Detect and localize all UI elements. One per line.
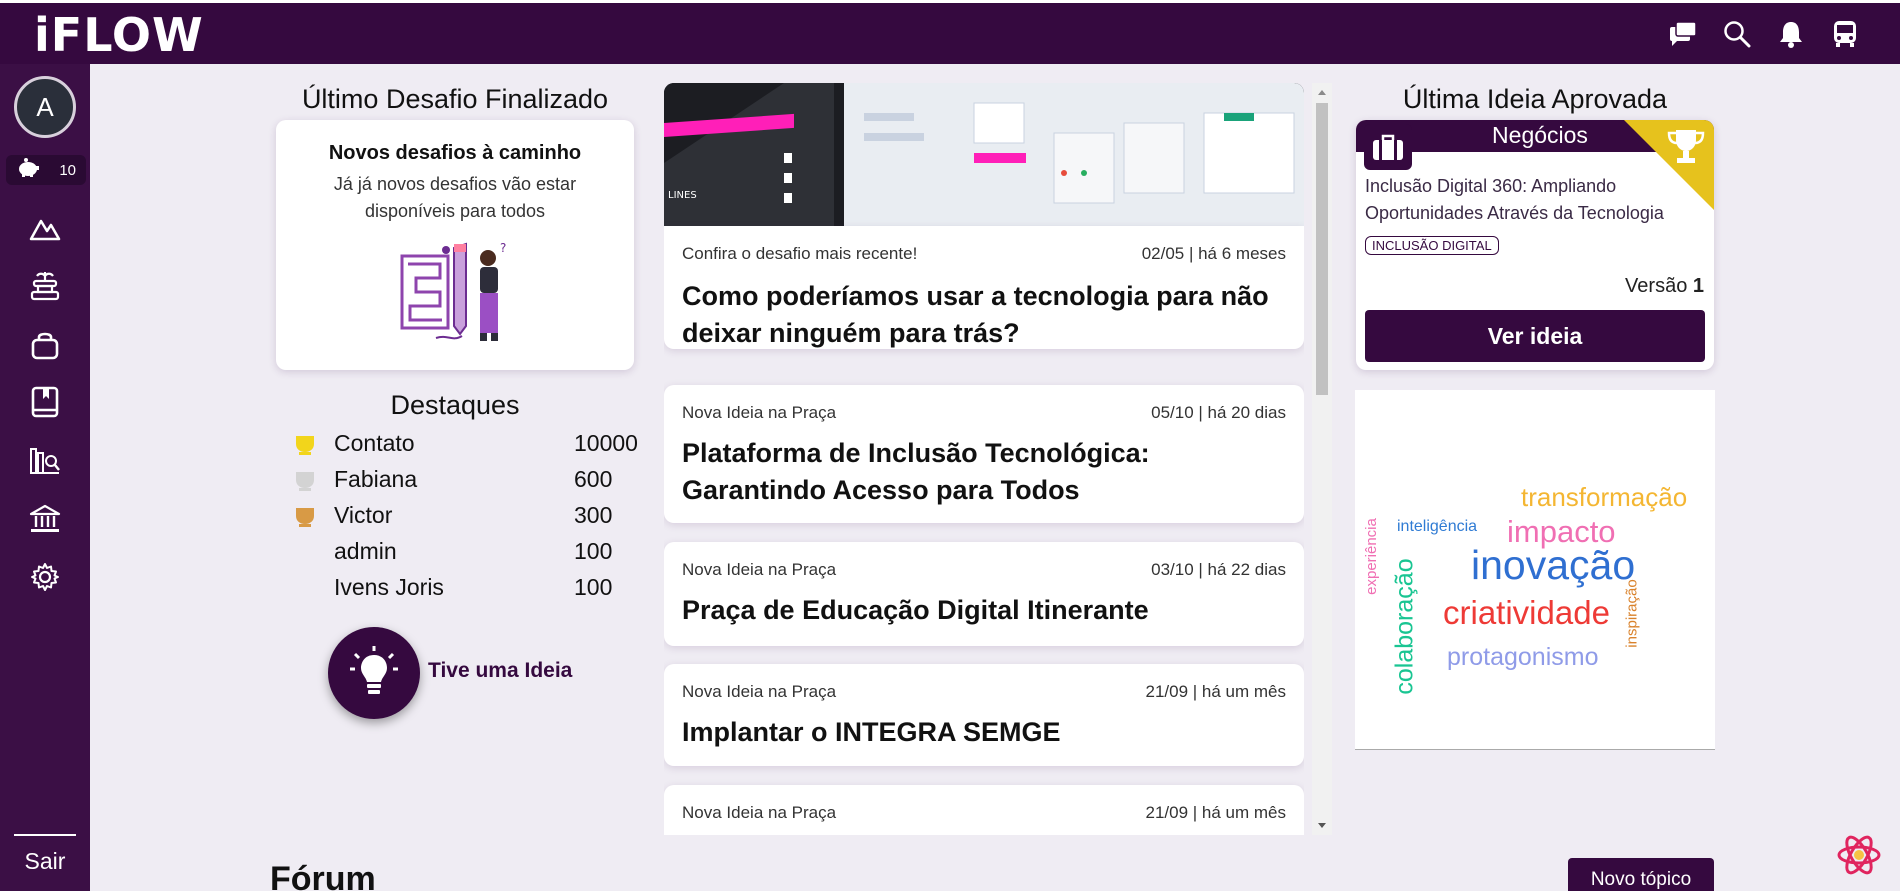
search-icon[interactable]: [1722, 19, 1752, 49]
challenge-card-title: Novos desafios à caminho: [328, 142, 582, 164]
list-item: Contato 10000: [288, 428, 648, 464]
list-item: Fabiana 600: [288, 464, 648, 500]
feed-card[interactable]: Nova Ideia na Praça 21/09 | há um mês: [664, 785, 1304, 835]
feed-card-title[interactable]: Implantar o INTEGRA SEMGE: [682, 714, 1280, 751]
silver-medal-icon: [294, 470, 316, 492]
feed-card-title[interactable]: Praça de Educação Digital Itinerante: [682, 592, 1280, 629]
last-challenge-heading: Último Desafio Finalizado: [301, 84, 609, 114]
sidebar-divider: [14, 834, 76, 836]
chat-icon[interactable]: [1668, 19, 1698, 49]
avatar[interactable]: A: [14, 76, 76, 138]
word-cloud-word: inovação: [1471, 542, 1636, 588]
new-idea-button[interactable]: [328, 627, 420, 719]
feed-card-title[interactable]: Plataforma de Inclusão Tecnológica: Gara…: [682, 435, 1280, 509]
word-cloud-word: inspiração: [1623, 579, 1641, 648]
logout-button[interactable]: Sair: [0, 848, 90, 875]
list-item: admin 100: [334, 538, 613, 564]
top-bar: iFLOW: [0, 0, 1900, 64]
sidebar: A 10 Sair: [0, 64, 90, 891]
svg-text:LINES: LINES: [668, 190, 697, 201]
list-item: Victor 300: [288, 500, 648, 536]
briefcase-icon: [1364, 124, 1412, 170]
view-idea-button[interactable]: Ver ideia: [1365, 310, 1705, 362]
scroll-up-icon[interactable]: [1312, 87, 1332, 97]
app-logo[interactable]: iFLOW: [34, 11, 204, 59]
bag-icon[interactable]: [25, 325, 65, 365]
book-icon[interactable]: [25, 382, 65, 422]
approved-idea-heading: Última Ideia Aprovada: [1402, 84, 1668, 114]
scroll-down-icon[interactable]: [1312, 821, 1332, 831]
fountain-icon[interactable]: [25, 266, 65, 306]
coin-counter[interactable]: 10: [6, 155, 86, 185]
challenge-card-text: Já já novos desafios vão estar disponíve…: [333, 174, 577, 221]
react-devtools-icon[interactable]: [1836, 832, 1882, 878]
last-challenge-card: Novos desafios à caminho Já já novos des…: [276, 120, 634, 370]
idea-description: Inclusão Digital 360: Ampliando Oportuni…: [1365, 176, 1664, 223]
feed-card-title[interactable]: Como poderíamos usar a tecnologia para n…: [682, 278, 1280, 352]
highlights-list: Contato 10000 Fabiana 600 Victor 300 adm…: [288, 428, 648, 608]
scrollbar-thumb[interactable]: [1316, 103, 1328, 395]
mountain-icon[interactable]: [25, 208, 65, 248]
word-cloud-word: transformação: [1521, 482, 1688, 512]
idea-tag: INCLUSÃO DIGITAL: [1365, 236, 1499, 255]
word-cloud-word: colaboração: [1390, 558, 1419, 695]
gold-medal-icon: [294, 434, 316, 456]
word-cloud-word: experiência: [1362, 518, 1380, 595]
new-topic-button[interactable]: Novo tópico: [1568, 858, 1714, 891]
word-cloud-word: inteligência: [1397, 518, 1478, 535]
list-item: Ivens Joris 100: [334, 574, 613, 600]
gear-icon[interactable]: [25, 557, 65, 597]
approved-idea-card: Negócios Inclusão Digital 360: Ampliando…: [1356, 120, 1714, 370]
challenge-hero-image[interactable]: LINES: [664, 83, 1304, 226]
trophy-icon: [1666, 128, 1706, 171]
new-idea-label[interactable]: Tive uma Ideia: [428, 659, 572, 683]
library-icon[interactable]: [25, 441, 65, 481]
feed-card[interactable]: Confira o desafio mais recente! 02/05 | h…: [664, 226, 1304, 349]
top-actions: [1668, 19, 1860, 49]
coin-count: 10: [59, 161, 76, 179]
forum-heading: Fórum: [270, 860, 376, 891]
news-feed: LINES Confira o desafio mais recente! 02/…: [664, 83, 1304, 835]
word-cloud: transformação impacto inteligência exper…: [1355, 390, 1715, 750]
bronze-medal-icon: [294, 506, 316, 528]
bus-icon[interactable]: [1830, 19, 1860, 49]
feed-scrollbar[interactable]: [1312, 83, 1332, 835]
word-cloud-word: criatividade: [1443, 594, 1610, 631]
piggy-bank-icon: [16, 158, 40, 182]
svg-text:?: ?: [500, 241, 506, 255]
lightbulb-icon: [349, 645, 399, 702]
word-cloud-word: protagonismo: [1447, 643, 1599, 671]
bell-icon[interactable]: [1776, 19, 1806, 49]
bank-icon[interactable]: [25, 499, 65, 539]
idea-version: Versão 1: [1625, 275, 1704, 297]
feed-card[interactable]: Nova Ideia na Praça 05/10 | há 20 dias Pl…: [664, 385, 1304, 523]
idea-category: Negócios: [1492, 122, 1588, 148]
maze-illustration: ?: [396, 238, 516, 353]
feed-card[interactable]: Nova Ideia na Praça 03/10 | há 22 dias Pr…: [664, 542, 1304, 646]
highlights-heading: Destaques: [390, 390, 520, 420]
feed-card[interactable]: Nova Ideia na Praça 21/09 | há um mês Imp…: [664, 664, 1304, 766]
